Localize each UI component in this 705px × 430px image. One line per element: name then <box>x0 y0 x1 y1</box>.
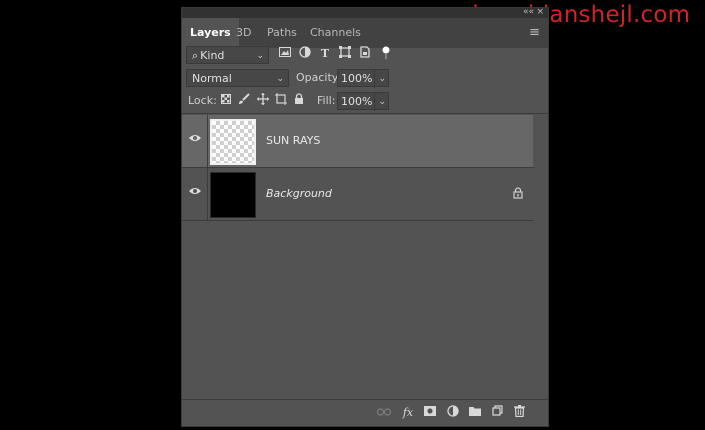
panel-top-strip: «« × <box>182 7 548 18</box>
link-layers-icon[interactable] <box>376 405 392 421</box>
panel-bottom-bar: fx <box>182 399 548 426</box>
fill-label: Fill: <box>317 94 336 107</box>
filter-toggle-icon[interactable] <box>378 46 394 62</box>
smart-object-filter-icon[interactable] <box>357 46 373 62</box>
lock-label: Lock: <box>188 94 217 107</box>
chevron-down-icon[interactable]: ⌄ <box>374 93 389 111</box>
type-filter-icon[interactable]: T <box>317 46 333 62</box>
layer-name: SUN RAYS <box>266 134 321 147</box>
tab-paths[interactable]: Paths <box>259 18 305 48</box>
lock-artboard-icon[interactable] <box>273 93 289 109</box>
fill-field[interactable]: 100% ⌄ <box>337 92 389 111</box>
lock-transparent-icon[interactable] <box>218 93 234 109</box>
chevron-down-icon[interactable]: ⌄ <box>374 70 389 88</box>
eye-icon[interactable] <box>188 133 204 147</box>
blend-row: Normal ⌄ Opacity: 100% ⌄ <box>182 69 548 89</box>
chevron-down-icon: ⌄ <box>276 74 284 84</box>
divider <box>182 113 548 114</box>
image-filter-icon[interactable] <box>277 46 293 62</box>
layer-row-sun-rays[interactable]: SUN RAYS <box>182 115 533 167</box>
panel-tab-bar: Layers 3D Paths Channels ≡ <box>182 18 548 48</box>
panel-menu-icon[interactable]: ≡ <box>529 26 540 40</box>
fill-value: 100% <box>341 95 373 108</box>
opacity-label: Opacity: <box>296 71 342 84</box>
new-adjustment-icon[interactable] <box>445 405 461 421</box>
filter-row: ⌕ Kind ⌄ T <box>182 46 548 66</box>
chevron-down-icon: ⌄ <box>256 51 264 61</box>
add-mask-icon[interactable] <box>422 405 438 421</box>
layers-panel: «« × Layers 3D Paths Channels ≡ ⌕ Kind ⌄ … <box>182 7 548 426</box>
shape-filter-icon[interactable] <box>337 46 353 62</box>
layer-thumbnail-black <box>210 172 256 218</box>
lock-icon <box>513 187 523 202</box>
opacity-field[interactable]: 100% ⌄ <box>337 69 389 88</box>
lock-all-icon[interactable] <box>291 93 307 109</box>
close-icon[interactable]: × <box>536 7 544 17</box>
tab-3d[interactable]: 3D <box>228 18 259 48</box>
layer-row-background[interactable]: Background <box>182 168 533 220</box>
adjustment-filter-icon[interactable] <box>297 46 313 62</box>
kind-filter-label: Kind <box>200 49 225 62</box>
divider <box>182 220 533 221</box>
new-layer-icon[interactable] <box>489 405 505 421</box>
blend-mode-value: Normal <box>192 72 232 85</box>
tab-channels[interactable]: Channels <box>302 18 369 48</box>
scrollbar[interactable] <box>534 116 548 399</box>
collapse-icon[interactable]: «« <box>523 7 534 17</box>
layer-thumbnail-transparent <box>210 119 256 165</box>
eye-icon[interactable] <box>188 186 204 200</box>
lock-pixels-icon[interactable] <box>236 93 252 109</box>
lock-row: Lock: Fill: 100% ⌄ <box>182 92 548 112</box>
kind-filter-select[interactable]: ⌕ Kind ⌄ <box>186 46 269 64</box>
blend-mode-select[interactable]: Normal ⌄ <box>186 69 289 87</box>
lock-position-icon[interactable] <box>255 93 271 109</box>
new-group-icon[interactable] <box>467 405 483 421</box>
fx-icon[interactable]: fx <box>400 405 416 421</box>
opacity-value: 100% <box>341 72 373 85</box>
search-icon: ⌕ <box>192 49 199 62</box>
delete-icon[interactable] <box>511 405 527 421</box>
layer-name: Background <box>266 187 332 200</box>
